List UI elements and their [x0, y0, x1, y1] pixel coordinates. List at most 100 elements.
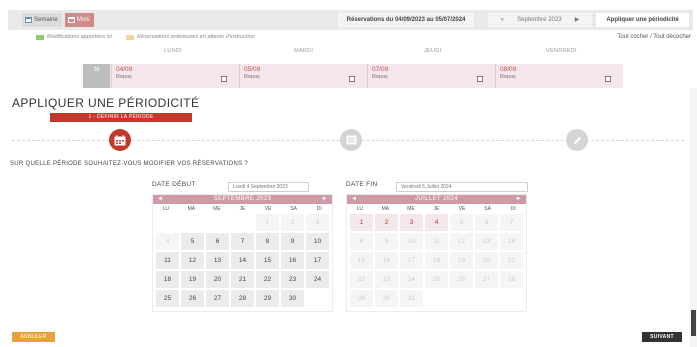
day-header-tuesday: MARDI	[294, 48, 314, 54]
calendar-weekday: LU	[162, 206, 169, 212]
reservation-range: Réservations du 04/09/2023 au 05/07/2024	[338, 13, 474, 27]
week-number: 36	[83, 64, 110, 88]
calendar-day[interactable]: 7	[231, 233, 254, 250]
calendar-day: 12	[450, 233, 473, 250]
calendar-day[interactable]: 3	[400, 214, 423, 231]
calendar-day[interactable]: 27	[206, 290, 229, 307]
calendar-day[interactable]: 21	[231, 271, 254, 288]
calendar-day[interactable]: 24	[306, 271, 329, 288]
day-checkbox[interactable]	[477, 76, 483, 82]
calendar-weekday: DI	[510, 206, 516, 212]
calendar-day[interactable]: 30	[281, 290, 304, 307]
step-pencil-icon[interactable]	[566, 129, 588, 151]
day-checkbox[interactable]	[605, 76, 611, 82]
day-meal-label: Repas	[372, 74, 388, 80]
calendar-day[interactable]: 12	[181, 252, 204, 269]
legend-pending-label: Réservations antérieures en attente d'in…	[137, 34, 255, 40]
calendar-header: ◄ SEPTEMBRE 2023 ►	[153, 195, 332, 204]
day-checkbox[interactable]	[349, 76, 355, 82]
calendar-day[interactable]: 5	[181, 233, 204, 250]
day-header-friday: VENDREDI	[546, 48, 577, 54]
calendar-day[interactable]: 17	[306, 252, 329, 269]
calendar-weekday: VE	[264, 206, 272, 212]
calendar-day: 7	[500, 214, 523, 231]
day-cell: 05/09 Repas	[239, 64, 363, 88]
legend-applied-label: Modifications apportées ici	[47, 34, 112, 40]
calendar-next-button[interactable]: ►	[516, 195, 522, 204]
calendar-day: 14	[500, 233, 523, 250]
start-date-input[interactable]	[228, 182, 309, 192]
calendar-day[interactable]: 9	[281, 233, 304, 250]
top-toolbar: Semaine Mois Réservations du 04/09/2023 …	[8, 10, 693, 30]
legend-swatch-pending	[126, 34, 134, 40]
calendar-day[interactable]: 14	[231, 252, 254, 269]
next-button[interactable]: SUIVANT	[642, 332, 682, 342]
calendar-day[interactable]: 11	[156, 252, 179, 269]
legend-swatch-applied	[36, 34, 44, 40]
calendar-grid: 1 2 3 4 5 6 7 8 9 10 11 12 13 14 15 16 17 18 19 20 21 22 23 24 2…	[153, 214, 332, 307]
calendar-month-label: JUILLET 2024	[414, 196, 459, 202]
calendar-day[interactable]: 23	[281, 271, 304, 288]
calendar-day[interactable]: 25	[156, 290, 179, 307]
view-week-button[interactable]: Semaine	[22, 13, 62, 27]
cancel-button[interactable]: ANNULER	[12, 332, 55, 342]
calendar-day[interactable]: 29	[256, 290, 279, 307]
day-meal-label: Repas	[500, 74, 516, 80]
calendar-day[interactable]: 2	[375, 214, 398, 231]
day-headers: LUNDI MARDI JEUDI VENDREDI	[108, 48, 628, 58]
day-cell: 07/09 Repas	[367, 64, 491, 88]
calendar-empty-cell	[475, 290, 498, 307]
calendar-empty-cell	[500, 290, 523, 307]
apply-periodicity-button[interactable]: Appliquer une périodicité	[596, 13, 689, 27]
calendar-empty-cell	[306, 290, 329, 307]
calendar-day[interactable]: 16	[281, 252, 304, 269]
view-month-button[interactable]: Mois	[65, 13, 94, 27]
calendar-day[interactable]: 22	[256, 271, 279, 288]
month-next-button[interactable]: ▶	[575, 13, 580, 27]
legend-applied: Modifications apportées ici	[36, 34, 112, 40]
calendar-prev-button[interactable]: ◄	[157, 195, 163, 204]
period-question: SUR QUELLE PÉRIODE SOUHAITEZ-VOUS MODIFI…	[10, 161, 249, 167]
calendar-empty-cell	[156, 214, 179, 231]
month-prev-button[interactable]: «	[501, 13, 504, 27]
month-label: Septembre 2023	[517, 17, 562, 23]
page-root: Semaine Mois Réservations du 04/09/2023 …	[0, 0, 697, 347]
calendar-day: 3	[306, 214, 329, 231]
calendar-day[interactable]: 20	[206, 271, 229, 288]
calendar-day[interactable]: 18	[156, 271, 179, 288]
select-all-links[interactable]: Tout cocher / Tout décocher	[617, 34, 691, 40]
day-cell: 08/09 Repas	[495, 64, 619, 88]
step-list-icon[interactable]	[340, 129, 362, 151]
calendar-day[interactable]: 4	[425, 214, 448, 231]
calendar-header: ◄ JUILLET 2024 ►	[347, 195, 526, 204]
calendar-day[interactable]: 8	[256, 233, 279, 250]
calendar-day: 9	[375, 233, 398, 250]
calendar-day[interactable]: 19	[181, 271, 204, 288]
calendar-next-button[interactable]: ►	[322, 195, 328, 204]
step-badge: 1 - DÉFINIR LA PÉRIODE	[50, 113, 192, 122]
calendar-day[interactable]: 15	[256, 252, 279, 269]
calendar-day: 11	[425, 233, 448, 250]
end-date-input[interactable]	[396, 182, 528, 192]
calendar-day: 10	[400, 233, 423, 250]
calendar-empty-cell	[181, 214, 204, 231]
calendar-weekday: SA	[484, 206, 491, 212]
calendar-day[interactable]: 13	[206, 252, 229, 269]
calendar-day[interactable]: 10	[306, 233, 329, 250]
scrollbar-track[interactable]	[690, 88, 697, 347]
calendar-day: 29	[350, 290, 373, 307]
step-calendar-icon[interactable]	[109, 129, 131, 151]
calendar-day[interactable]: 6	[206, 233, 229, 250]
day-checkbox[interactable]	[221, 76, 227, 82]
calendar-weekday: SA	[290, 206, 297, 212]
calendar-day: 24	[400, 271, 423, 288]
scrollbar-thumb[interactable]	[691, 310, 696, 336]
calendar-day[interactable]: 28	[231, 290, 254, 307]
calendar-empty-cell	[206, 214, 229, 231]
calendar-day: 30	[375, 290, 398, 307]
calendar-day: 27	[475, 271, 498, 288]
calendar-day[interactable]: 1	[350, 214, 373, 231]
calendar-day: 31	[400, 290, 423, 307]
calendar-prev-button[interactable]: ◄	[351, 195, 357, 204]
calendar-day[interactable]: 26	[181, 290, 204, 307]
